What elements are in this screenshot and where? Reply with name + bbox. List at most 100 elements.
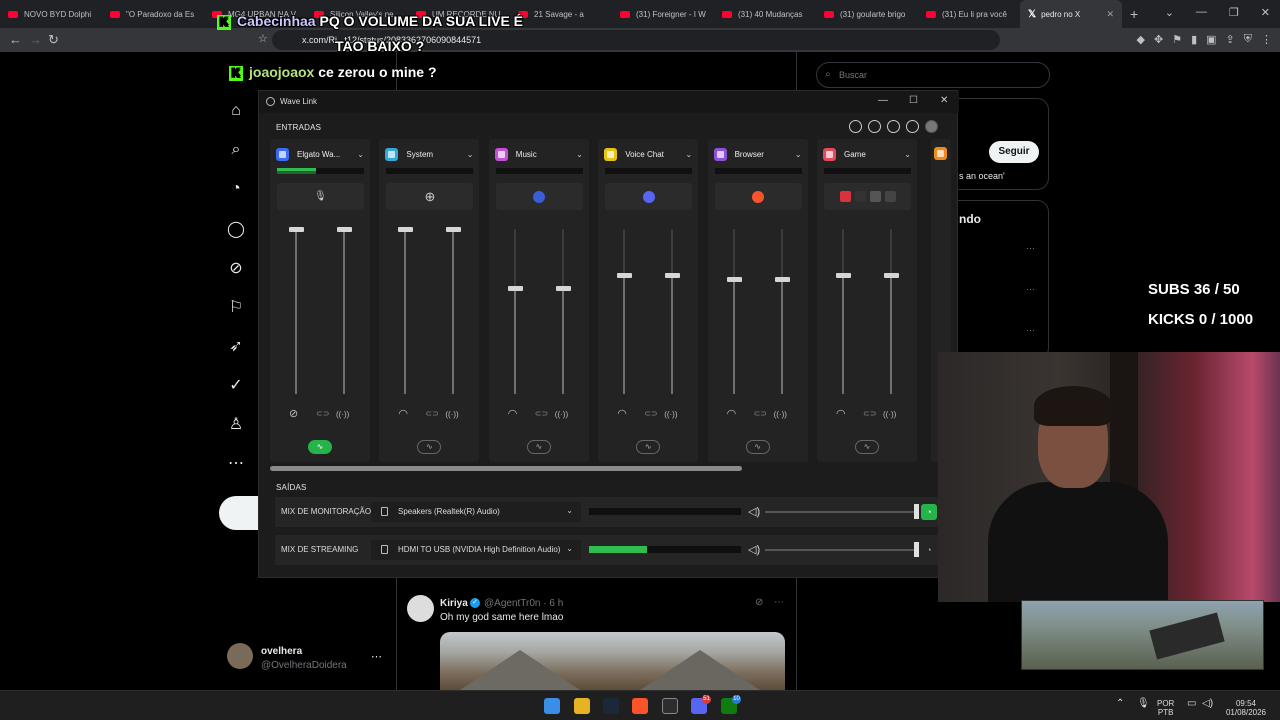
channel-header[interactable]: Browser ⌄ bbox=[713, 146, 802, 162]
channel-header[interactable]: Elgato Wa... ⌄ bbox=[276, 146, 364, 162]
browser-tab[interactable]: (31) Foreigner - I W bbox=[612, 0, 714, 28]
avatar[interactable] bbox=[407, 595, 434, 622]
close-icon[interactable]: ✕ bbox=[1261, 6, 1270, 19]
more-icon[interactable]: ⋯ bbox=[1026, 325, 1035, 336]
account-name[interactable]: ovelhera bbox=[261, 646, 302, 657]
search-input[interactable]: ⌕ Buscar bbox=[816, 62, 1050, 88]
search-icon[interactable]: ⌕ bbox=[226, 141, 246, 161]
account-menu-icon[interactable]: ⋯ bbox=[371, 650, 382, 663]
avatar[interactable] bbox=[925, 120, 938, 133]
rocket-icon[interactable]: ➶ bbox=[226, 336, 246, 356]
broadcast-icon[interactable]: ((·)) bbox=[555, 410, 568, 419]
sidebar-icon[interactable]: ▮ bbox=[1191, 33, 1197, 46]
browser-tab[interactable]: NOVO BYD Dolphi bbox=[0, 0, 102, 28]
broadcast-icon[interactable]: ((·)) bbox=[336, 410, 349, 419]
reload-icon[interactable]: ↻ bbox=[48, 32, 59, 48]
profile-icon[interactable]: ♙ bbox=[226, 414, 246, 434]
apps-icon[interactable] bbox=[868, 120, 881, 133]
headphones-icon[interactable]: ◠ bbox=[398, 407, 408, 420]
keyboard-layout[interactable]: POR PTB bbox=[1157, 699, 1174, 717]
gear-icon[interactable] bbox=[906, 120, 919, 133]
tweet-image[interactable] bbox=[440, 632, 785, 690]
follow-button[interactable]: Seguir bbox=[989, 141, 1039, 163]
chevron-down-icon[interactable]: ⌄ bbox=[904, 150, 911, 159]
horizontal-scrollbar[interactable] bbox=[270, 466, 742, 471]
broadcast-icon[interactable]: ((·)) bbox=[883, 410, 896, 419]
extension-icon[interactable]: ◆ bbox=[1137, 33, 1145, 46]
avatar[interactable] bbox=[227, 643, 253, 669]
output-volume-slider[interactable] bbox=[765, 549, 915, 551]
stream-volume-slider[interactable] bbox=[780, 229, 783, 394]
slider-handle[interactable] bbox=[665, 273, 681, 279]
grok-icon[interactable]: ⊘ bbox=[226, 258, 246, 278]
podcast-icon[interactable] bbox=[887, 120, 900, 133]
effects-toggle[interactable]: ∿ bbox=[308, 440, 332, 454]
forward-icon[interactable]: → bbox=[29, 32, 42, 47]
slider-handle[interactable] bbox=[914, 542, 919, 557]
slider-handle[interactable] bbox=[914, 504, 919, 519]
chevron-down-icon[interactable]: ⌄ bbox=[795, 150, 802, 159]
browser-tab[interactable]: (31) 40 Mudanças bbox=[714, 0, 816, 28]
steam-icon[interactable] bbox=[603, 698, 619, 714]
effects-toggle[interactable]: ∿ bbox=[855, 440, 879, 454]
new-tab-icon[interactable]: + bbox=[1130, 6, 1138, 22]
tray-chevron-icon[interactable]: ⌃ bbox=[1116, 699, 1124, 709]
more-icon[interactable]: ⋯ bbox=[774, 597, 784, 608]
channel-header[interactable]: Game ⌄ bbox=[823, 146, 911, 162]
source-selector[interactable] bbox=[714, 183, 802, 210]
share-icon[interactable]: ⇪ bbox=[1226, 33, 1235, 46]
slider-handle[interactable] bbox=[507, 286, 523, 292]
more-icon[interactable]: ⋯ bbox=[226, 453, 246, 473]
bookmarks-icon[interactable]: ⚐ bbox=[226, 297, 246, 317]
monitor-volume-slider[interactable] bbox=[732, 229, 735, 394]
headphones-icon[interactable]: ◠ bbox=[836, 407, 846, 420]
link-icon[interactable]: ⊂⊃ bbox=[316, 409, 329, 418]
output-device-select[interactable]: Speakers (Realtek(R) Audio) ⌄ bbox=[371, 502, 581, 522]
link-icon[interactable]: ⊂⊃ bbox=[644, 409, 657, 418]
display-icon[interactable]: ▭ bbox=[1187, 699, 1196, 709]
headphones-muted-icon[interactable]: ⊘ bbox=[289, 407, 298, 420]
clock[interactable]: 09:54 01/08/2026 bbox=[1222, 699, 1270, 717]
wallet-icon[interactable]: ▣ bbox=[1206, 33, 1216, 46]
browser-tab[interactable]: (31) goularte brigo bbox=[816, 0, 918, 28]
output-volume-slider[interactable] bbox=[765, 511, 915, 513]
stream-volume-slider[interactable] bbox=[561, 229, 564, 394]
source-selector[interactable]: ⊕ bbox=[386, 183, 474, 210]
broadcast-icon[interactable]: ((·)) bbox=[445, 410, 458, 419]
slider-handle[interactable] bbox=[289, 227, 304, 232]
browser-tab[interactable]: "O Paradoxo da Es bbox=[102, 0, 204, 28]
headphones-icon[interactable]: ◠ bbox=[508, 407, 518, 420]
channel-header[interactable]: Voice Chat ⌄ bbox=[604, 146, 692, 162]
minimize-icon[interactable]: — bbox=[878, 95, 888, 106]
headphones-icon[interactable]: ◠ bbox=[727, 407, 737, 420]
chevron-down-icon[interactable]: ⌄ bbox=[685, 150, 692, 159]
output-device-select[interactable]: HDMI TO USB (NVIDIA High Definition Audi… bbox=[371, 540, 581, 560]
stream-volume-slider[interactable] bbox=[343, 229, 345, 394]
brave-icon[interactable] bbox=[632, 698, 648, 714]
slider-handle[interactable] bbox=[617, 273, 633, 279]
menu-icon[interactable]: ⋮ bbox=[1261, 33, 1272, 46]
wave-link-icon[interactable] bbox=[662, 698, 678, 714]
slider-handle[interactable] bbox=[726, 276, 742, 282]
chevron-down-icon[interactable]: ⌄ bbox=[1165, 6, 1174, 19]
shield-icon[interactable]: ⛨ bbox=[1244, 33, 1252, 46]
slider-handle[interactable] bbox=[555, 286, 571, 292]
browser-tab-active[interactable]: 𝕏pedro no X ✕ bbox=[1020, 0, 1122, 28]
channel-header[interactable]: System ⌄ bbox=[385, 146, 473, 162]
monitor-ear-icon[interactable]: ◔ bbox=[921, 504, 937, 520]
extension-icon[interactable]: ⚑ bbox=[1172, 33, 1182, 46]
browser-tab[interactable]: 21 Savage - a bbox=[510, 0, 612, 28]
volume-icon[interactable]: ◁) bbox=[748, 543, 760, 556]
more-icon[interactable]: ⋯ bbox=[1026, 243, 1035, 254]
windows-start-icon[interactable] bbox=[544, 698, 560, 714]
chevron-down-icon[interactable]: ⌄ bbox=[576, 150, 583, 159]
broadcast-icon[interactable]: ((·)) bbox=[664, 410, 677, 419]
effects-toggle[interactable]: ∿ bbox=[526, 440, 551, 454]
monitor-volume-slider[interactable] bbox=[295, 229, 297, 394]
headphones-icon[interactable]: ◠ bbox=[617, 407, 627, 420]
source-selector[interactable] bbox=[605, 183, 693, 210]
stream-volume-slider[interactable] bbox=[671, 229, 674, 394]
slider-handle[interactable] bbox=[884, 273, 899, 279]
slider-handle[interactable] bbox=[337, 227, 352, 232]
stream-volume-slider[interactable] bbox=[890, 229, 892, 394]
